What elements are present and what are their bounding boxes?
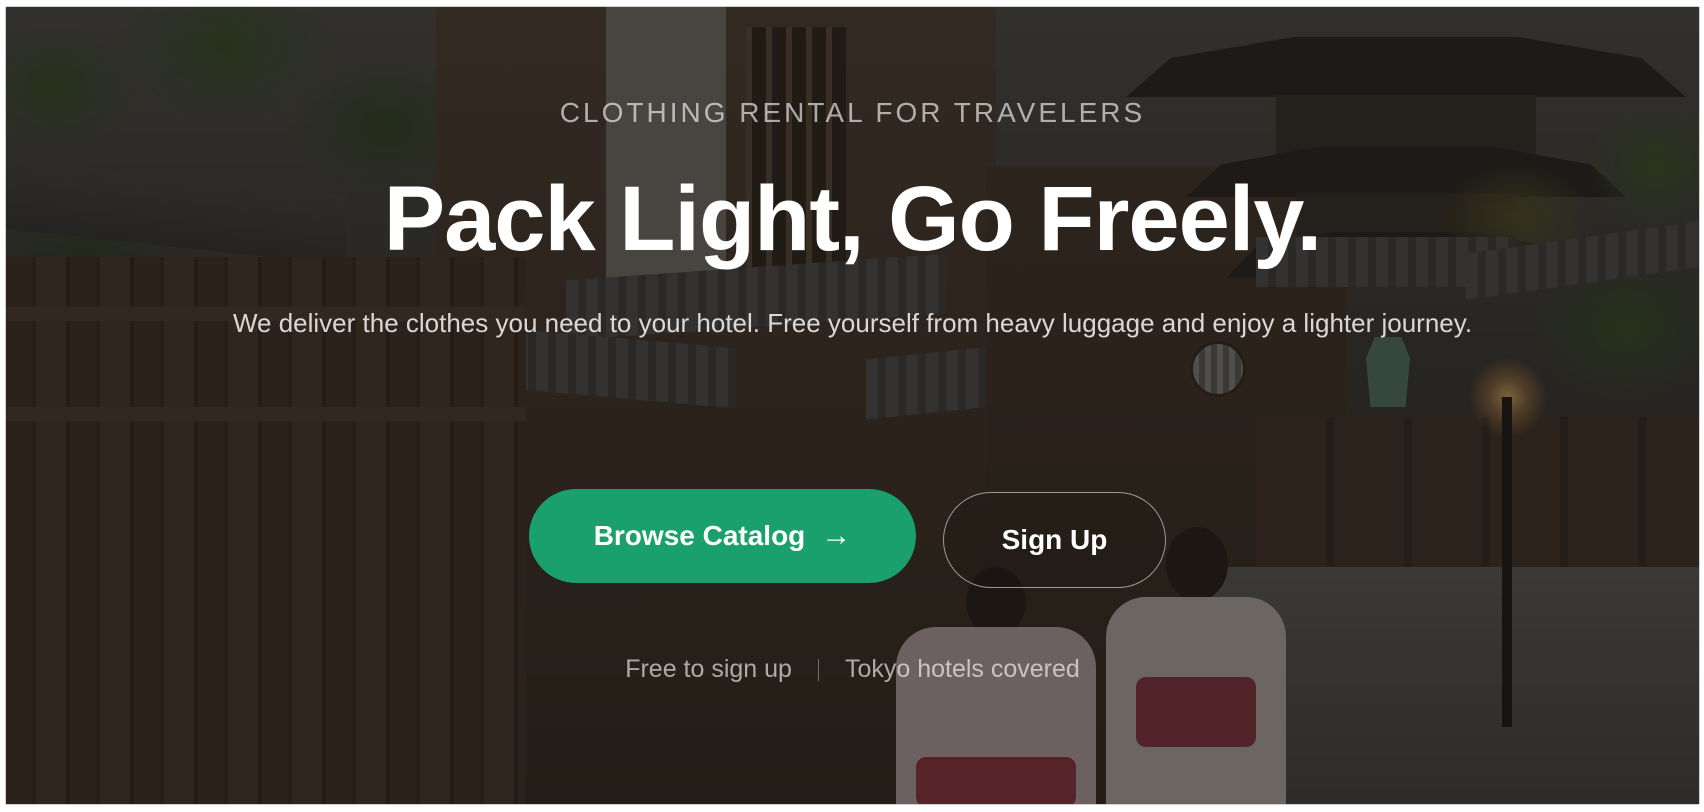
hero-section: CLOTHING RENTAL FOR TRAVELERS Pack Light… [5, 6, 1700, 805]
browse-catalog-label: Browse Catalog [593, 520, 806, 551]
sign-up-button[interactable]: Sign Up [943, 492, 1166, 588]
browse-catalog-button[interactable]: Browse Catalog → [529, 489, 916, 583]
footnote-free-signup: Free to sign up [625, 655, 792, 683]
hero-footnotes: Free to sign up Tokyo hotels covered [6, 655, 1699, 684]
hero-eyebrow: CLOTHING RENTAL FOR TRAVELERS [559, 97, 1146, 128]
arrow-right-icon: → [821, 519, 852, 552]
footnote-divider [817, 658, 819, 681]
sign-up-label: Sign Up [1001, 524, 1108, 555]
hero-subtitle: We deliver the clothes you need to your … [232, 308, 1473, 338]
footnote-tokyo-hotels: Tokyo hotels covered [844, 655, 1080, 683]
hero-headline: Pack Light, Go Freely. [383, 168, 1322, 270]
hero-content: CLOTHING RENTAL FOR TRAVELERS Pack Light… [6, 7, 1699, 804]
